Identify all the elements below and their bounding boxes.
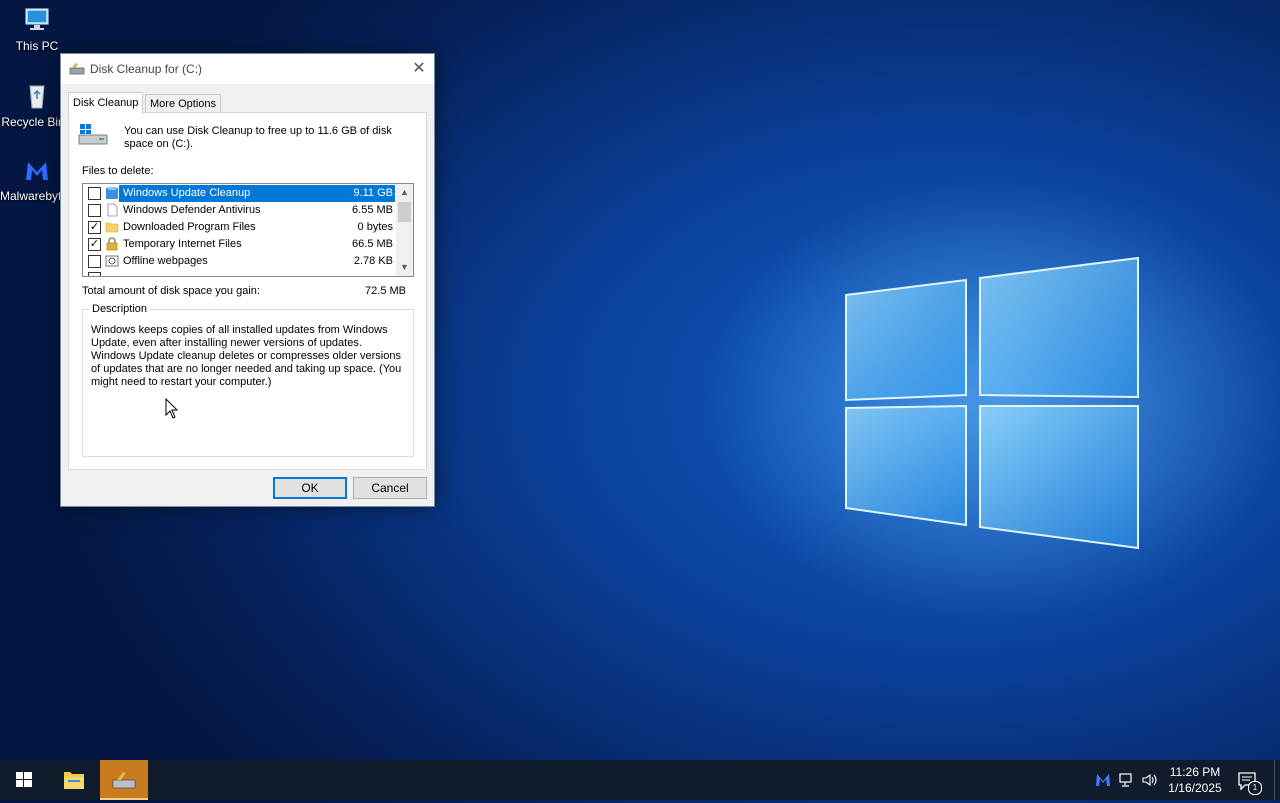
scroll-thumb[interactable] — [398, 202, 411, 222]
list-item[interactable] — [83, 270, 395, 276]
volume-icon[interactable] — [1141, 771, 1159, 789]
cancel-button[interactable]: Cancel — [353, 477, 427, 499]
close-icon: ✕ — [412, 60, 426, 77]
description-group: Description Windows keeps copies of all … — [82, 303, 414, 457]
mouse-cursor-icon — [165, 398, 179, 419]
desktop-icon-label: Malwarebytes — [0, 189, 62, 203]
tab-disk-cleanup[interactable]: Disk Cleanup — [68, 92, 144, 114]
clock-time: 11:26 PM — [1169, 765, 1221, 779]
notification-count-badge: 1 — [1248, 781, 1262, 795]
list-item[interactable]: ✓ Downloaded Program Files 0 bytes — [83, 219, 395, 236]
desktop-icon-label: Recycle Bin — [1, 115, 65, 129]
show-desktop-button[interactable] — [1274, 760, 1280, 800]
intro-text: You can use Disk Cleanup to free up to 1… — [124, 125, 392, 150]
list-item[interactable]: Windows Defender Antivirus 6.55 MB — [83, 202, 395, 219]
tab-more-options[interactable]: More Options — [145, 94, 222, 113]
taskbar: 11:26 PM 1/16/2025 1 — [0, 760, 1280, 800]
list-item[interactable]: ✓ Temporary Internet Files 66.5 MB — [83, 236, 395, 253]
file-icon — [107, 203, 118, 217]
webpage-icon — [105, 255, 119, 267]
file-name: Temporary Internet Files — [123, 238, 242, 250]
file-name: Windows Defender Antivirus — [123, 204, 261, 216]
list-scrollbar[interactable]: ▲ ▼ — [396, 184, 413, 276]
file-size: 6.55 MB — [352, 204, 393, 216]
drive-cleanup-icon — [78, 124, 108, 145]
total-space-label: Total amount of disk space you gain: — [82, 285, 260, 297]
files-to-delete-label: Files to delete: — [82, 165, 154, 177]
taskbar-file-explorer[interactable] — [50, 760, 98, 800]
disk-cleanup-icon — [112, 772, 136, 789]
lock-icon — [106, 237, 118, 251]
file-size: 9.11 GB — [353, 187, 393, 199]
folder-icon — [105, 222, 119, 233]
update-icon — [106, 187, 118, 199]
checkbox[interactable] — [88, 187, 101, 200]
malwarebytes-icon — [26, 162, 48, 180]
desktop-icon-this-pc[interactable]: This PC — [0, 6, 74, 53]
dialog-title: Disk Cleanup for (C:) — [90, 62, 203, 76]
scroll-up-icon[interactable]: ▲ — [396, 184, 413, 201]
files-list[interactable]: Windows Update Cleanup 9.11 GB Windows D… — [82, 183, 414, 277]
file-size: 66.5 MB — [352, 238, 393, 250]
computer-icon — [25, 8, 49, 30]
scroll-down-icon[interactable]: ▼ — [396, 259, 413, 276]
folder-icon — [64, 772, 84, 789]
disk-cleanup-dialog: Disk Cleanup for (C:) ✕ Disk Cleanup Mor… — [60, 53, 435, 507]
total-space-value: 72.5 MB — [365, 285, 406, 297]
description-legend: Description — [89, 303, 151, 315]
tab-panel: You can use Disk Cleanup to free up to 1… — [68, 112, 427, 470]
file-name: Downloaded Program Files — [123, 221, 256, 233]
checkbox[interactable] — [88, 272, 101, 276]
clock-date: 1/16/2025 — [1168, 781, 1222, 795]
network-icon[interactable] — [1118, 771, 1136, 789]
checkbox[interactable]: ✓ — [88, 221, 101, 234]
recycle-bin-icon — [29, 85, 45, 109]
file-size: 2.78 KB — [353, 255, 393, 267]
wallpaper-windows-logo — [845, 256, 1139, 550]
close-button[interactable]: ✕ — [404, 54, 434, 84]
list-item[interactable]: Offline webpages 2.78 KB — [83, 253, 395, 270]
file-size: 0 bytes — [357, 221, 393, 233]
clock[interactable]: 11:26 PM 1/16/2025 — [1162, 764, 1228, 796]
checkbox[interactable]: ✓ — [88, 238, 101, 251]
disk-cleanup-icon — [69, 63, 85, 75]
desktop-icon-label: This PC — [15, 39, 59, 53]
windows-start-icon — [16, 772, 32, 787]
file-name: Offline webpages — [123, 255, 208, 267]
list-item[interactable]: Windows Update Cleanup 9.11 GB — [83, 185, 395, 202]
checkbox[interactable] — [88, 204, 101, 217]
title-bar[interactable]: Disk Cleanup for (C:) ✕ — [61, 54, 434, 84]
malwarebytes-tray-icon[interactable] — [1094, 771, 1112, 789]
file-name: Windows Update Cleanup — [123, 187, 251, 199]
checkbox[interactable] — [88, 255, 101, 268]
taskbar-disk-cleanup[interactable] — [100, 760, 148, 800]
description-text: Windows keeps copies of all installed up… — [91, 324, 402, 388]
ok-button[interactable]: OK — [273, 477, 347, 499]
start-button[interactable] — [0, 760, 48, 800]
